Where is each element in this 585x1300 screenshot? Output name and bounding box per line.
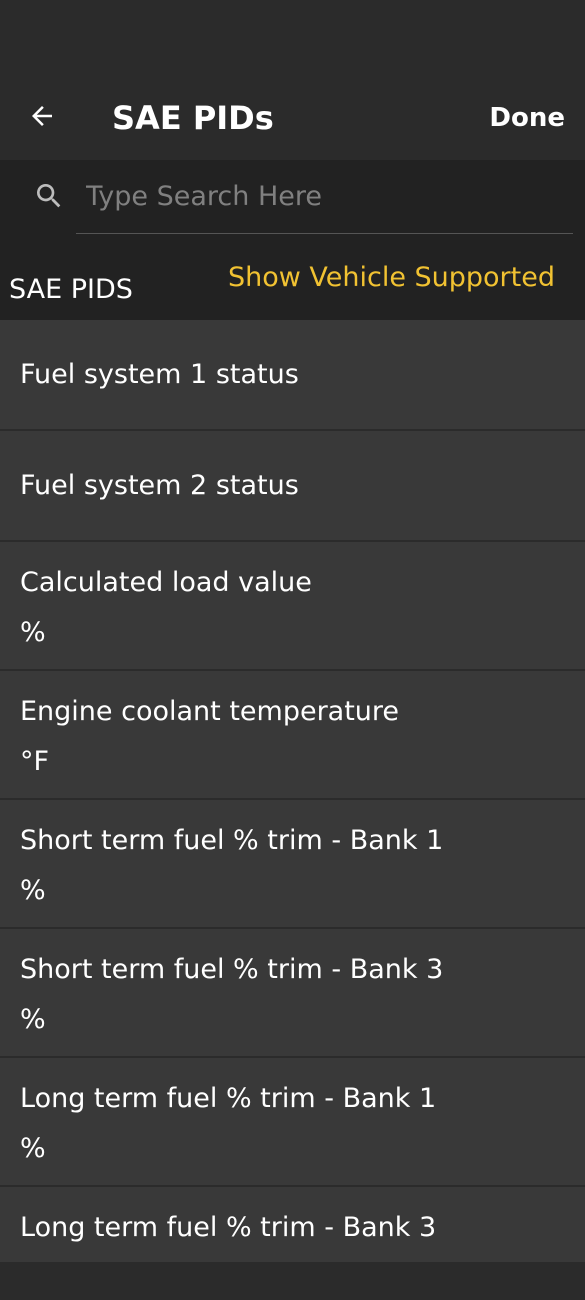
- bottom-bar: [0, 1262, 585, 1300]
- app-bar: SAE PIDs Done: [0, 78, 585, 160]
- section-header: SAE PIDS Show Vehicle Supported: [0, 240, 585, 320]
- show-vehicle-supported-button[interactable]: Show Vehicle Supported: [228, 260, 555, 296]
- search-bar: [0, 160, 585, 240]
- pid-row[interactable]: Calculated load value %: [0, 542, 585, 671]
- search-icon: [37, 184, 61, 208]
- pid-name: Engine coolant temperature: [20, 696, 400, 727]
- pid-row[interactable]: Fuel system 2 status: [0, 431, 585, 542]
- pid-name: Short term fuel % trim - Bank 3: [20, 954, 444, 985]
- pid-unit: %: [20, 875, 46, 906]
- pid-name: Short term fuel % trim - Bank 1: [20, 825, 444, 856]
- status-bar-area: [0, 0, 585, 78]
- pid-unit: °F: [20, 746, 50, 777]
- pid-row[interactable]: Long term fuel % trim - Bank 1 %: [0, 1058, 585, 1187]
- pid-row[interactable]: Short term fuel % trim - Bank 3 %: [0, 929, 585, 1058]
- search-underline: [76, 233, 573, 234]
- pid-name: Calculated load value: [20, 567, 312, 598]
- back-button[interactable]: [22, 96, 62, 136]
- pid-row[interactable]: Engine coolant temperature °F: [0, 671, 585, 800]
- arrow-left-icon: [32, 106, 52, 126]
- pid-unit: %: [20, 617, 46, 648]
- pid-row[interactable]: Long term fuel % trim - Bank 3: [0, 1187, 585, 1262]
- pid-name: Fuel system 2 status: [20, 470, 299, 501]
- pid-unit: %: [20, 1004, 46, 1035]
- pid-row[interactable]: Fuel system 1 status: [0, 320, 585, 431]
- pid-name: Long term fuel % trim - Bank 1: [20, 1083, 437, 1114]
- pid-row[interactable]: Short term fuel % trim - Bank 1 %: [0, 800, 585, 929]
- section-title: SAE PIDS: [9, 274, 133, 305]
- pid-list[interactable]: Fuel system 1 status Fuel system 2 statu…: [0, 320, 585, 1262]
- done-button[interactable]: Done: [489, 100, 565, 136]
- pid-name: Fuel system 1 status: [20, 359, 299, 390]
- page-title: SAE PIDs: [112, 99, 274, 137]
- pid-unit: %: [20, 1133, 46, 1164]
- search-input[interactable]: [86, 174, 566, 218]
- pid-name: Long term fuel % trim - Bank 3: [20, 1212, 437, 1243]
